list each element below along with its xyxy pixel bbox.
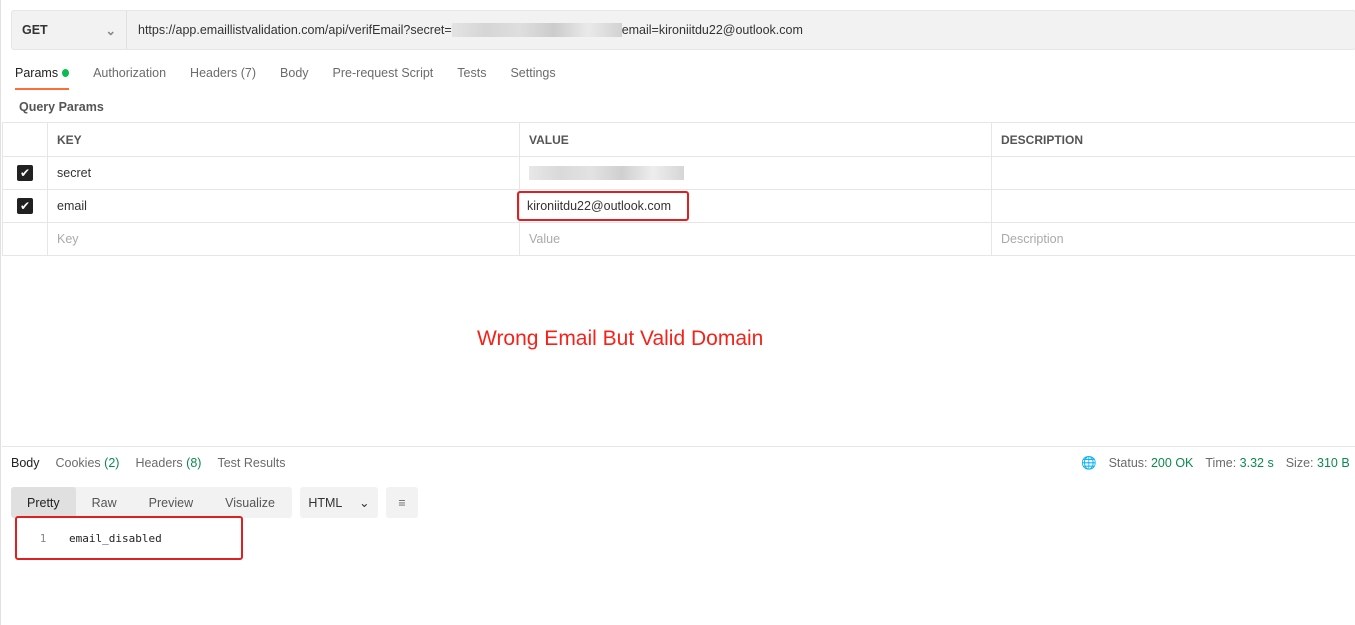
response-status: 🌐 Status: 200 OK Time: 3.32 s Size: 310 …	[1081, 456, 1350, 471]
highlight-box: kironiitdu22@outlook.com	[517, 191, 690, 221]
tab-label: Headers	[135, 456, 183, 470]
time-value[interactable]: 3.32 s	[1240, 456, 1274, 470]
format-label: HTML	[308, 495, 343, 510]
param-description[interactable]	[991, 189, 1355, 223]
tab-headers[interactable]: Headers (7)	[190, 66, 256, 90]
description-placeholder[interactable]: Description	[991, 222, 1355, 256]
tab-settings[interactable]: Settings	[510, 66, 555, 90]
tab-authorization[interactable]: Authorization	[93, 66, 166, 90]
status-value[interactable]: 200 OK	[1151, 456, 1193, 470]
url-prefix: https://app.emaillistvalidation.com/api/…	[138, 22, 452, 37]
col-value: VALUE	[519, 122, 992, 157]
url-input[interactable]: https://app.emaillistvalidation.com/api/…	[127, 23, 803, 38]
col-key: KEY	[47, 122, 520, 157]
request-tabs: Params Authorization Headers (7) Body Pr…	[15, 66, 556, 90]
format-select[interactable]: HTML ⌄	[300, 487, 378, 518]
view-pretty[interactable]: Pretty	[11, 487, 76, 518]
tab-body[interactable]: Body	[280, 66, 309, 90]
checkbox[interactable]: ✔	[17, 165, 33, 181]
response-tabs: Body Cookies (2) Headers (8) Test Result…	[11, 456, 286, 470]
tab-params[interactable]: Params	[15, 66, 70, 90]
param-key[interactable]: secret	[47, 156, 520, 190]
url-suffix: email=kironiitdu22@outlook.com	[621, 22, 803, 37]
redacted-secret	[451, 23, 622, 38]
view-visualize[interactable]: Visualize	[209, 487, 291, 518]
tab-tests[interactable]: Tests	[457, 66, 486, 90]
active-dot-icon	[62, 69, 70, 77]
table-row: Key Value Description	[2, 222, 1355, 256]
param-value[interactable]: kironiitdu22@outlook.com	[517, 189, 992, 223]
line-number: 1	[39, 531, 47, 545]
table-row: ✔ secret	[2, 156, 1355, 190]
response-tab-headers[interactable]: Headers (8)	[135, 456, 201, 470]
response-tab-test-results[interactable]: Test Results	[217, 456, 285, 470]
response-tab-cookies[interactable]: Cookies (2)	[56, 456, 120, 470]
col-description: DESCRIPTION	[991, 122, 1355, 157]
annotation-text: Wrong Email But Valid Domain	[477, 327, 764, 350]
response-text: email_disabled	[69, 531, 162, 545]
time-label: Time:	[1205, 456, 1237, 470]
checkbox[interactable]: ✔	[17, 198, 33, 214]
params-table: KEY VALUE DESCRIPTION ✔ secret ✔ email kironi…	[2, 122, 1355, 256]
chevron-down-icon: ⌄	[359, 496, 370, 510]
status-label: Status:	[1108, 456, 1148, 470]
size-label: Size:	[1285, 456, 1314, 470]
checkbox-col	[2, 122, 48, 157]
tab-pre-request-script[interactable]: Pre-request Script	[333, 66, 434, 90]
chevron-down-icon: ⌄	[105, 23, 116, 38]
table-row: ✔ email kironiitdu22@outlook.com	[2, 189, 1355, 223]
tab-label: Params	[15, 66, 59, 80]
divider	[2, 446, 1355, 447]
wrap-lines-icon[interactable]: ≡	[386, 487, 418, 518]
query-params-heading: Query Params	[19, 100, 104, 114]
tab-count: (2)	[104, 456, 120, 470]
key-placeholder[interactable]: Key	[47, 222, 520, 256]
param-value[interactable]	[519, 156, 992, 190]
value-placeholder[interactable]: Value	[519, 222, 992, 256]
param-key[interactable]: email	[47, 189, 520, 223]
response-tab-body[interactable]: Body	[11, 456, 40, 470]
method-select[interactable]: GET ⌄	[12, 11, 127, 49]
email-value: kironiitdu22@outlook.com	[527, 199, 672, 213]
tab-label: Cookies	[55, 456, 101, 470]
view-mode-tabs: Pretty Raw Preview Visualize	[11, 487, 292, 518]
method-label: GET	[22, 23, 48, 37]
size-value[interactable]: 310 B	[1317, 456, 1350, 470]
tab-count: (8)	[186, 456, 202, 470]
param-description[interactable]	[991, 156, 1355, 190]
redacted-value	[529, 166, 684, 181]
view-preview[interactable]: Preview	[133, 487, 209, 518]
response-body: 1 email_disabled	[15, 516, 243, 560]
globe-lock-icon[interactable]: 🌐	[1081, 456, 1097, 471]
view-raw[interactable]: Raw	[76, 487, 133, 518]
url-bar: GET ⌄ https://app.emaillistvalidation.com…	[11, 10, 1355, 50]
